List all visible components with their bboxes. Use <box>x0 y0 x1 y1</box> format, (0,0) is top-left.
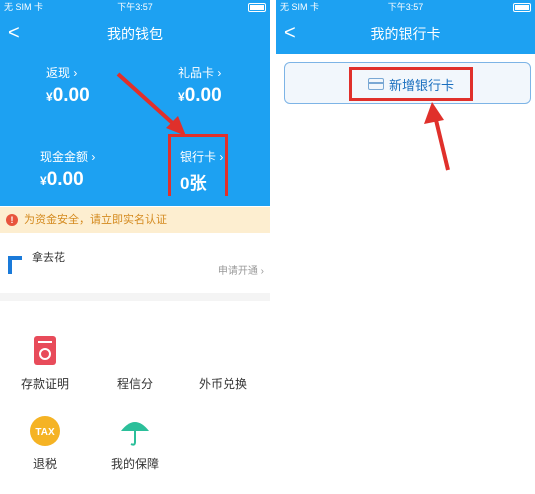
annotation-box: 新增银行卡 <box>349 67 473 101</box>
status-bar: 无 SIM 卡 下午3:57 <box>276 0 535 14</box>
tax-badge: TAX <box>35 427 55 438</box>
add-card-label: 新增银行卡 <box>388 77 454 93</box>
umbrella-icon <box>119 415 151 447</box>
stat-value: 0.00 <box>52 85 90 106</box>
apply-link-label: 申请开通 <box>217 266 258 277</box>
status-time: 下午3:57 <box>387 2 424 12</box>
section-divider <box>0 293 270 301</box>
wallet-header: 无 SIM 卡 下午3:57 < 我的钱包 返现 › ¥0.00 礼品卡 › ¥… <box>0 0 270 206</box>
stat-value: 0.00 <box>184 85 222 106</box>
currency-symbol: ¥ <box>46 90 53 104</box>
verification-notice[interactable]: ! 为资金安全，请立即实名认证 <box>0 207 270 233</box>
cashback-stat[interactable]: 返现 › ¥0.00 <box>46 64 90 107</box>
service-label: 程信分 <box>116 377 153 391</box>
service-label: 我的保障 <box>110 457 159 471</box>
bank-card-icon <box>367 78 384 90</box>
notice-text: 为资金安全，请立即实名认证 <box>24 214 167 226</box>
wallet-screen: 无 SIM 卡 下午3:57 < 我的钱包 返现 › ¥0.00 礼品卡 › ¥… <box>0 0 270 494</box>
service-deposit-proof[interactable]: 存款证明 <box>5 335 85 392</box>
currency-exchange-icon <box>207 335 239 367</box>
bank-card-screen: 无 SIM 卡 下午3:57 < 我的银行卡 新增银行卡 <box>276 0 535 494</box>
nav-bar: < 我的银行卡 <box>276 16 535 52</box>
service-my-coverage[interactable]: 我的保障 <box>95 415 175 472</box>
nav-bar: < 我的钱包 <box>0 16 270 52</box>
service-label: 退税 <box>32 457 57 471</box>
stat-label: 现金金额 <box>40 150 89 164</box>
status-bar: 无 SIM 卡 下午3:57 <box>0 0 270 14</box>
bank-card-header: 无 SIM 卡 下午3:57 < 我的银行卡 <box>276 0 535 54</box>
gift-card-stat[interactable]: 礼品卡 › ¥0.00 <box>178 64 222 107</box>
credit-promo-row[interactable]: 拿去花 申请开通 › <box>0 248 270 292</box>
apply-link[interactable]: 申请开通 › <box>218 262 264 277</box>
battery-icon <box>248 0 266 14</box>
deposit-proof-icon <box>29 335 61 367</box>
service-label: 存款证明 <box>20 377 69 391</box>
credit-logo-icon <box>8 256 22 274</box>
currency-symbol: ¥ <box>178 90 185 104</box>
currency-symbol: ¥ <box>40 174 47 188</box>
stat-label: 返现 <box>46 66 71 80</box>
stat-value: 0.00 <box>46 169 84 190</box>
add-bank-card-button[interactable]: 新增银行卡 <box>284 62 531 104</box>
service-label: 外币兑换 <box>198 377 247 391</box>
credit-score-icon <box>119 335 151 367</box>
page-title: 我的钱包 <box>107 26 163 42</box>
page-title: 我的银行卡 <box>370 26 441 42</box>
annotation-box <box>168 134 228 196</box>
service-tax-refund[interactable]: TAX 退税 <box>5 415 85 472</box>
promo-title: 拿去花 <box>32 252 65 264</box>
alert-icon: ! <box>6 214 18 227</box>
service-credit-score[interactable]: 程信分 <box>95 335 175 392</box>
cash-balance-stat[interactable]: 现金金额 › ¥0.00 <box>40 148 95 191</box>
status-time: 下午3:57 <box>117 2 153 12</box>
battery-icon <box>513 0 531 14</box>
tax-refund-icon: TAX <box>29 415 61 447</box>
stat-label: 礼品卡 <box>178 66 215 80</box>
service-currency-exchange[interactable]: 外币兑换 <box>183 335 263 392</box>
